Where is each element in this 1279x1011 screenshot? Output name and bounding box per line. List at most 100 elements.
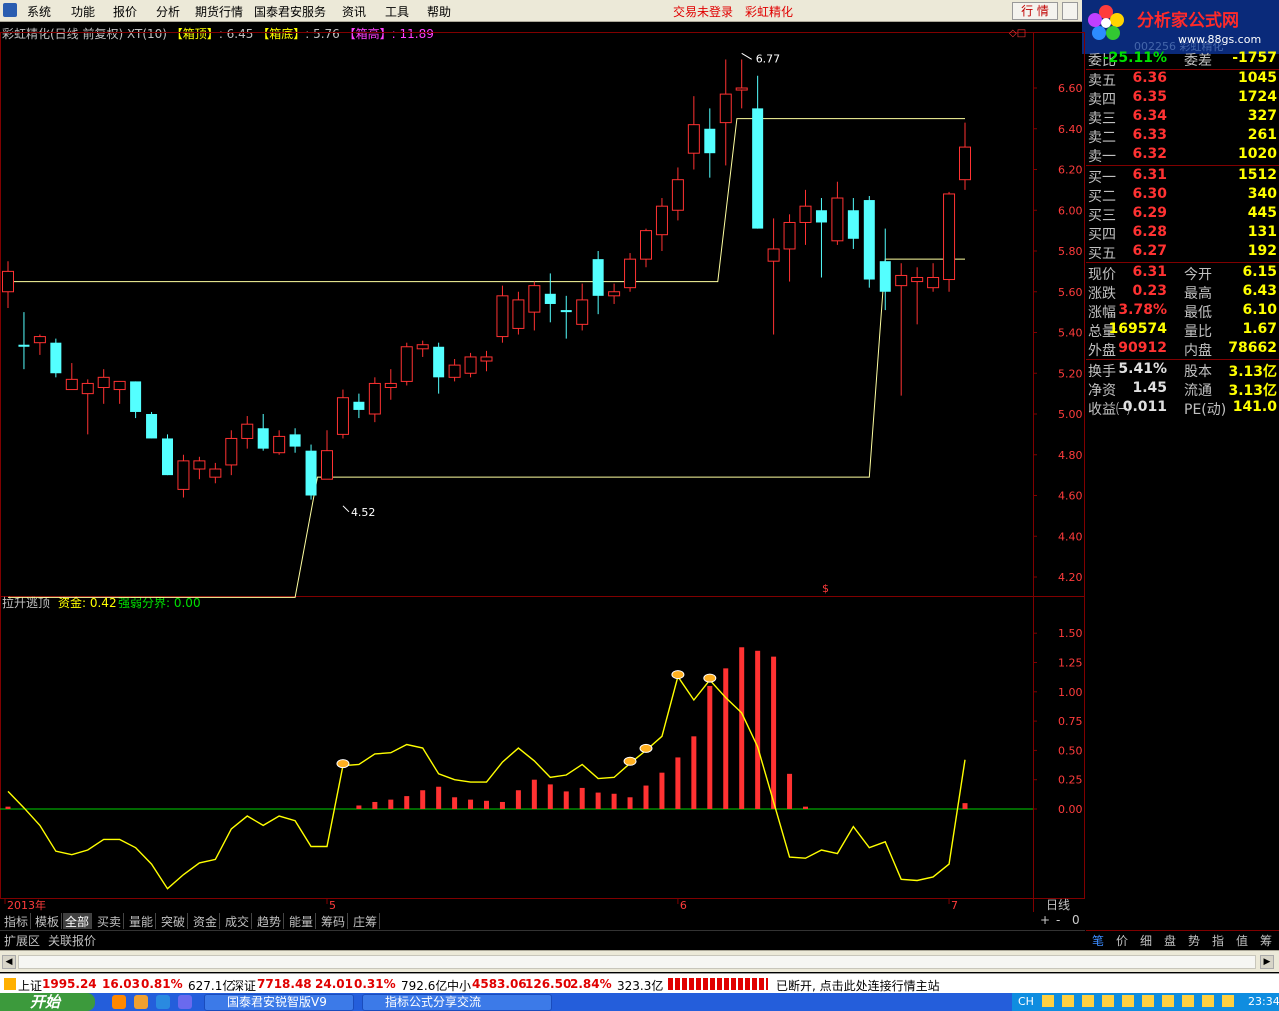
fundamental-value: 5.41% [1118,361,1167,377]
sz-index-change: 24.01 [315,977,353,991]
indicator-tab[interactable]: 筹码 [319,913,349,929]
indicator-tab[interactable]: 能量 [287,913,317,929]
indicator-tabs: 指标 模板 全部 买卖 量能 突破 资金 成交 趋势 能量 筹码 庄筹 [0,912,1085,930]
candle-body [704,128,716,154]
start-button[interactable]: 开始 [0,993,95,1011]
indicator-bar [611,793,617,809]
right-panel-tab[interactable]: 盘 [1158,932,1182,949]
price-tick-label: 6.60 [1058,82,1083,95]
right-panel-tab[interactable]: 值 [1230,932,1254,949]
input-language[interactable]: CH [1018,995,1034,1008]
period-label: 日线 [1046,898,1070,912]
system-tray: CH 23:34 [1012,993,1279,1011]
right-panel-tab[interactable]: 笔 [1086,932,1110,949]
extension-area-tab[interactable]: 扩展区 [4,932,40,949]
indicator-tab[interactable]: 模板 [33,913,63,929]
quote-button[interactable]: 行 情 [1012,2,1058,20]
candle-body [799,205,812,223]
indicator-tab[interactable]: 突破 [159,913,189,929]
candle-body [831,197,844,242]
brand-logo: 002256 彩虹精化 分析家公式网 www.88gs.com [1082,0,1279,54]
indicator-bar [356,805,362,809]
indicator-tab[interactable]: 趋势 [255,913,285,929]
indicator-tab[interactable]: 成交 [223,913,253,929]
candle-body [130,381,142,412]
right-panel-tab[interactable]: 细 [1134,932,1158,949]
scroll-right-icon[interactable]: ▶ [1260,955,1274,969]
task-formula-forum[interactable]: 指标公式分享交流 [362,994,552,1011]
indicator-bar [563,791,569,809]
candle-body [863,200,875,280]
right-panel-tab[interactable]: 势 [1182,932,1206,949]
fundamental-label: 流通 [1184,383,1212,399]
related-quote-tab[interactable]: 关联报价 [48,932,96,949]
price-tick-label: 6.00 [1058,204,1083,217]
menu-broker-service[interactable]: 国泰君安服务 [254,3,326,20]
quick-launch-icon-2[interactable] [134,995,148,1009]
indicator-bar [723,668,729,809]
quick-launch-icon-4[interactable] [178,995,192,1009]
connection-message[interactable]: 已断开, 点击此处连接行情主站 [776,977,940,994]
sz-index-amount: 792.6亿 [401,979,448,993]
indicator-tab[interactable]: 全部 [63,913,93,929]
order-ratio-value: -25.11% [1102,50,1167,66]
sz-index-value: 7718.48 [257,977,312,991]
indicator-tab[interactable]: 庄筹 [351,913,381,929]
indicator-bar [755,650,761,809]
bid-volume: 192 [1247,243,1277,259]
zoom-reset-button[interactable]: 0 [1072,913,1080,927]
menu-futures[interactable]: 期货行情 [195,3,243,20]
stat-label: 今开 [1184,267,1212,283]
task-broker-app[interactable]: 国泰君安锐智版V9 [204,994,354,1011]
quick-launch-icon-3[interactable] [156,995,170,1009]
indicator-bar [771,656,777,809]
indicator-tab[interactable]: 资金 [191,913,221,929]
stat-value: 6.43 [1242,283,1277,299]
signal-marker [703,673,717,683]
indicator-tab[interactable]: 买卖 [95,913,125,929]
login-status[interactable]: 交易未登录 [673,3,733,20]
price-tick-label: 5.00 [1058,408,1083,421]
zoom-out-button[interactable]: - [1056,913,1060,927]
candle-body [257,428,269,449]
indicator-bar [388,799,394,809]
window-control-button[interactable] [1062,2,1078,20]
right-panel-tab[interactable]: 指 [1206,932,1230,949]
right-panel-tab[interactable]: 筹 [1254,932,1278,949]
bid-volume: 131 [1247,224,1277,240]
right-panel-tab[interactable]: 价 [1110,932,1134,949]
indicator-tick-label: 0.50 [1058,744,1083,757]
candle-body [177,460,190,490]
chart-area[interactable]: 6.60 6.40 6.20 6.00 5.80 5.60 5.40 5.20 5.00 4.80… [0,22,1086,912]
scroll-track[interactable] [18,955,1256,969]
menu-quote[interactable]: 报价 [113,3,137,20]
candle-body [512,299,525,329]
stat-label: 现价 [1088,267,1116,283]
price-tick-label: 4.20 [1058,571,1083,584]
tray-icons[interactable] [1042,995,1242,1007]
candle-body [879,261,891,292]
indicator-bar [452,797,458,809]
zoom-in-button[interactable]: + [1040,913,1050,927]
menu-tools[interactable]: 工具 [385,3,409,20]
candle-body [544,293,556,304]
menu-news[interactable]: 资讯 [342,3,366,20]
ask-row: 卖一 6.32 1020 [1086,146,1279,165]
quick-launch-icon-1[interactable] [112,995,126,1009]
candle-body [496,295,509,338]
scroll-left-icon[interactable]: ◀ [2,955,16,969]
indicator-tab[interactable]: 指标 [2,913,32,929]
signal-marker [639,743,653,753]
menu-system[interactable]: 系统 [27,3,51,20]
indicator-bar [515,790,521,809]
stat-row: 外盘 90912 内盘 78662 [1086,340,1279,359]
ask-label: 卖二 [1088,130,1116,146]
menu-analysis[interactable]: 分析 [156,3,180,20]
high-marker [741,52,752,60]
indicator-tab[interactable]: 量能 [127,913,157,929]
menu-help[interactable]: 帮助 [427,3,451,20]
menu-function[interactable]: 功能 [71,3,95,20]
bid-label: 买二 [1088,189,1116,205]
candle-body [624,258,637,289]
horizontal-scrollbar[interactable]: ◀ ▶ [0,950,1279,972]
